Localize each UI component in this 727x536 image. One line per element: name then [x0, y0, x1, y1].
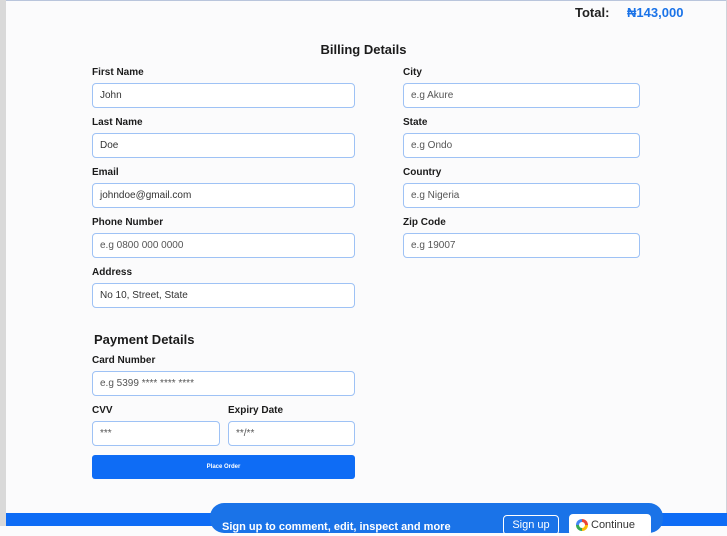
zip-code-field: Zip Code e.g 19007 — [403, 217, 640, 258]
city-field: City e.g Akure — [403, 67, 640, 108]
last-name-label: Last Name — [92, 117, 143, 128]
email-input[interactable]: johndoe@gmail.com — [92, 183, 355, 208]
card-number-label: Card Number — [92, 355, 156, 366]
state-label: State — [403, 117, 428, 128]
place-order-button[interactable]: Place Order — [92, 455, 355, 479]
card-number-input[interactable]: e.g 5399 **** **** **** — [92, 371, 355, 396]
address-field: Address No 10, Street, State — [92, 267, 355, 308]
phone-label: Phone Number — [92, 217, 164, 228]
phone-input[interactable]: e.g 0800 000 0000 — [92, 233, 355, 258]
sign-up-button[interactable]: Sign up — [503, 515, 559, 535]
cvv-field: CVV *** — [92, 405, 220, 446]
left-scroll-gutter — [0, 0, 6, 526]
total-value: ₦143,000 — [627, 5, 684, 20]
expiry-date-label: Expiry Date — [228, 405, 284, 416]
email-label: Email — [92, 167, 119, 178]
zip-code-label: Zip Code — [403, 217, 446, 228]
expiry-date-input[interactable]: **/** — [228, 421, 355, 446]
cvv-label: CVV — [92, 405, 113, 416]
city-input[interactable]: e.g Akure — [403, 83, 640, 108]
continue-label: Continue — [591, 519, 636, 531]
continue-with-google-button[interactable]: Continue — [569, 514, 651, 536]
city-label: City — [403, 67, 422, 78]
last-name-input[interactable]: Doe — [92, 133, 355, 158]
signup-banner-text: Sign up to comment, edit, inspect and mo… — [222, 521, 451, 533]
expiry-date-field: Expiry Date **/** — [228, 405, 355, 446]
country-input[interactable]: e.g Nigeria — [403, 183, 640, 208]
state-field: State e.g Ondo — [403, 117, 640, 158]
first-name-input[interactable]: John — [92, 83, 355, 108]
card-number-field: Card Number e.g 5399 **** **** **** — [92, 355, 355, 396]
state-input[interactable]: e.g Ondo — [403, 133, 640, 158]
country-field: Country e.g Nigeria — [403, 167, 640, 208]
zip-code-input[interactable]: e.g 19007 — [403, 233, 640, 258]
address-input[interactable]: No 10, Street, State — [92, 283, 355, 308]
payment-details-title: Payment Details — [94, 332, 195, 347]
first-name-label: First Name — [92, 67, 144, 78]
address-label: Address — [92, 267, 133, 278]
window-top-border — [0, 0, 727, 1]
country-label: Country — [403, 167, 442, 178]
signup-banner: Sign up to comment, edit, inspect and mo… — [210, 503, 663, 536]
total-label: Total: — [575, 5, 610, 20]
google-icon — [576, 519, 588, 531]
last-name-field: Last Name Doe — [92, 117, 355, 158]
phone-field: Phone Number e.g 0800 000 0000 — [92, 217, 355, 258]
cvv-input[interactable]: *** — [92, 421, 220, 446]
email-field: Email johndoe@gmail.com — [92, 167, 355, 208]
order-total: Total: ₦143,000 — [575, 5, 683, 20]
billing-details-title: Billing Details — [320, 42, 407, 57]
first-name-field: First Name John — [92, 67, 355, 108]
